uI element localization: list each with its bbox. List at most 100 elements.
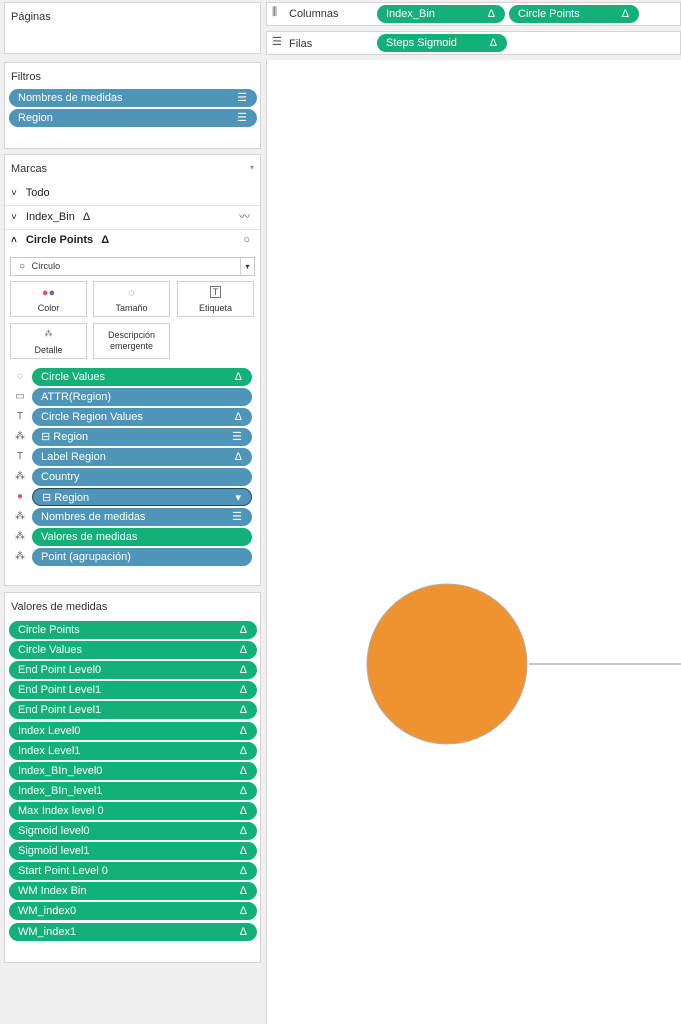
- delta-icon: Δ: [239, 704, 247, 717]
- mark-card-trail-icon: ☰: [232, 431, 242, 443]
- measure-value-pill[interactable]: Index_BIn_level0 Δ: [9, 761, 257, 780]
- measure-value-label: Index Level0: [18, 724, 81, 737]
- marks-title: Marcas: [11, 163, 48, 175]
- delta-icon: Δ: [239, 804, 247, 817]
- filters-panel: Filtros Nombres de medidas ☰ Region ☰: [4, 62, 261, 149]
- chevron-down-icon: ▾: [240, 258, 254, 275]
- pages-panel: Páginas: [4, 2, 261, 54]
- collapse-icon[interactable]: ⊟: [41, 431, 53, 443]
- text-label-icon: T: [16, 451, 24, 462]
- size-button[interactable]: ◌ Tamaño: [93, 281, 170, 317]
- view-canvas[interactable]: [266, 60, 681, 1024]
- marks-row-label: Todo: [25, 187, 50, 199]
- measure-value-pill[interactable]: WM_index0 Δ: [9, 902, 257, 921]
- marks-row-label: Index_Bin: [25, 211, 75, 223]
- measure-value-pill[interactable]: Max Index level 0 Δ: [9, 801, 257, 820]
- measure-value-pill[interactable]: WM_index1 Δ: [9, 922, 257, 941]
- mark-card-pill[interactable]: ⊟ Region ▾: [32, 488, 252, 506]
- delta-icon: Δ: [239, 764, 247, 777]
- delta-icon: Δ: [239, 684, 247, 697]
- text-label-icon: T: [16, 411, 24, 422]
- measure-value-label: Circle Points: [18, 624, 80, 636]
- detail-icon: ⁂: [44, 329, 53, 338]
- color-icon: ●: [16, 491, 24, 502]
- measure-value-pill[interactable]: WM Index Bin Δ: [9, 882, 257, 901]
- delta-icon: Δ: [239, 845, 247, 858]
- columns-label: Columnas: [289, 8, 339, 20]
- column-pill-circle-points[interactable]: Circle Points Δ: [509, 5, 639, 23]
- delta-icon: Δ: [239, 724, 247, 737]
- measure-value-label: Start Point Level 0: [18, 865, 108, 878]
- mark-card-pill[interactable]: ⊟ Region ☰: [32, 428, 252, 446]
- column-pill-index-bin[interactable]: Index_Bin Δ: [377, 5, 505, 23]
- filter-pill-label: Nombres de medidas: [18, 92, 123, 104]
- mark-card-pill[interactable]: Country: [32, 468, 252, 486]
- measure-value-pill[interactable]: End Point Level1 Δ: [9, 681, 257, 700]
- measure-value-pill[interactable]: Index_BIn_level1 Δ: [9, 781, 257, 800]
- mark-card-pill[interactable]: Nombres de medidas ☰: [32, 508, 252, 526]
- delta-icon: Δ: [239, 925, 247, 938]
- mark-card-label: Valores de medidas: [41, 531, 138, 543]
- measure-value-pill[interactable]: Circle Values Δ: [9, 641, 257, 660]
- measure-value-pill[interactable]: End Point Level0 Δ: [9, 661, 257, 680]
- mark-card-pill[interactable]: Label Region Δ: [32, 448, 252, 466]
- delta-icon: Δ: [239, 644, 247, 657]
- detail-icon: ⁂: [15, 531, 25, 542]
- detail-button[interactable]: ⁂ Detalle: [10, 323, 87, 359]
- measure-value-pill[interactable]: Sigmoid level0 Δ: [9, 822, 257, 840]
- filter-pill-region[interactable]: Region ☰: [9, 109, 257, 127]
- measure-value-label: Index_BIn_level0: [18, 764, 103, 777]
- mark-card-trail-icon: Δ: [234, 371, 242, 383]
- mark-card-pill[interactable]: Circle Values Δ: [32, 368, 252, 386]
- mark-card-pill[interactable]: Valores de medidas: [32, 528, 252, 546]
- mark-card-trail-icon: Δ: [234, 451, 242, 463]
- measure-value-pill[interactable]: Circle Points Δ: [9, 621, 257, 639]
- measure-value-label: End Point Level1: [18, 684, 102, 697]
- mark-card-label: ATTR(Region): [41, 391, 112, 403]
- measure-value-pill[interactable]: Index Level0 Δ: [9, 721, 257, 740]
- measure-values-panel: Valores de medidas Circle Points Δ Circle …: [4, 592, 261, 963]
- chevron-up-icon[interactable]: ˄: [11, 235, 17, 246]
- measure-value-label: Index Level1: [18, 744, 81, 757]
- sort-icon[interactable]: ☰: [237, 89, 247, 107]
- line-mark-icon: 〰: [239, 211, 250, 223]
- mark-card-pill[interactable]: Circle Region Values Δ: [32, 408, 252, 426]
- marks-menu-icon[interactable]: ▾: [250, 163, 254, 172]
- measure-value-pill[interactable]: End Point Level1 Δ: [9, 701, 257, 720]
- measure-value-pill[interactable]: Index Level1 Δ: [9, 741, 257, 760]
- columns-icon: ⫼: [272, 6, 278, 18]
- detail-icon: ⁂: [15, 511, 25, 522]
- mark-card-trail-icon: ▾: [235, 492, 241, 504]
- mark-type-dropdown[interactable]: ○ Círculo ▾: [10, 257, 255, 276]
- chevron-down-icon[interactable]: ˅: [11, 212, 17, 223]
- delta-icon: Δ: [239, 905, 247, 918]
- circle-icon: ○: [19, 261, 26, 272]
- row-pill-steps-sigmoid[interactable]: Steps Sigmoid Δ: [377, 34, 507, 52]
- tooltip-icon: ▭: [15, 391, 25, 402]
- delta-icon: Δ: [239, 784, 247, 797]
- mark-card-pill[interactable]: ATTR(Region): [32, 388, 252, 406]
- measure-value-pill[interactable]: Sigmoid level1 Δ: [9, 842, 257, 861]
- measure-value-label: WM_index1: [18, 925, 77, 938]
- measure-value-label: WM_index0: [18, 905, 77, 918]
- sort-icon[interactable]: ☰: [237, 109, 247, 127]
- filter-pill-nombres-de-medidas[interactable]: Nombres de medidas ☰: [9, 89, 257, 107]
- delta-icon: Δ: [239, 825, 247, 837]
- marks-row-todo[interactable]: ˅ Todo: [11, 182, 250, 204]
- pages-title: Páginas: [11, 11, 51, 23]
- measure-value-label: Max Index level 0: [18, 804, 104, 817]
- mark-card-label: Nombres de medidas: [41, 511, 146, 523]
- measure-value-label: Sigmoid level0: [18, 825, 90, 837]
- delta-icon: Δ: [239, 865, 247, 878]
- marks-row-index-bin[interactable]: ˅ Index_Bin Δ 〰: [11, 206, 250, 228]
- color-button[interactable]: ●● Color: [10, 281, 87, 317]
- mark-card-pill[interactable]: Point (agrupación): [32, 548, 252, 566]
- measure-value-pill[interactable]: Start Point Level 0 Δ: [9, 862, 257, 881]
- marks-row-circle-points[interactable]: ˄ Circle Points Δ ○: [11, 229, 250, 251]
- circle-mark[interactable]: [366, 583, 528, 745]
- collapse-icon[interactable]: ⊟: [42, 492, 54, 504]
- label-button[interactable]: T Etiqueta: [177, 281, 254, 317]
- chevron-down-icon[interactable]: ˅: [11, 188, 17, 199]
- tooltip-button[interactable]: Descripción emergente: [93, 323, 170, 359]
- rows-shelf: ☰ Filas Steps Sigmoid Δ: [266, 31, 681, 55]
